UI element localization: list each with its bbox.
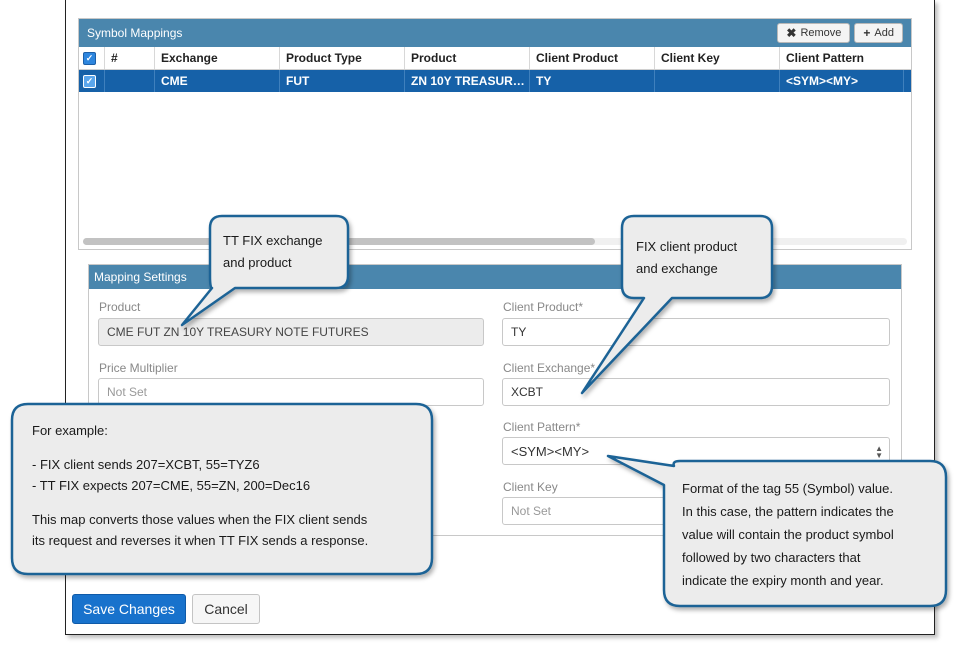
callout-line: Format of the tag 55 (Symbol) value. <box>682 481 893 496</box>
remove-label: Remove <box>800 27 842 39</box>
mapping-settings-header: Mapping Settings <box>89 265 901 289</box>
save-changes-button[interactable]: Save Changes <box>72 594 186 624</box>
row-select-cell[interactable]: ✓ <box>79 70 105 92</box>
close-icon: ✖ <box>786 26 797 40</box>
panel-title: Symbol Mappings <box>87 26 183 40</box>
cell-client-pattern: <SYM><MY> <box>780 70 904 92</box>
symbol-mappings-panel: Symbol Mappings ✖ Remove + Add ✓ # Exchang… <box>78 18 912 250</box>
cell-product-type: FUT <box>280 70 405 92</box>
column-header-client-pattern[interactable]: Client Pattern <box>780 47 904 69</box>
callout-line: In this case, the pattern indicates the <box>682 504 894 519</box>
callout-line: - TT FIX expects 207=CME, 55=ZN, 200=Dec… <box>32 478 311 493</box>
horizontal-scrollbar[interactable] <box>83 238 907 245</box>
column-header-client-key[interactable]: Client Key <box>655 47 780 69</box>
product-label: Product <box>99 300 141 314</box>
price-multiplier-input[interactable]: Not Set <box>98 378 484 406</box>
cell-exchange: CME <box>155 70 280 92</box>
client-exchange-label: Client Exchange* <box>503 361 596 375</box>
select-arrows-icon: ▲ ▼ <box>875 444 883 460</box>
callout-line: - FIX client sends 207=XCBT, 55=TYZ6 <box>32 457 260 472</box>
callout-line: value will contain the product symbol <box>682 527 894 542</box>
column-header-product[interactable]: Product <box>405 47 530 69</box>
callout-line: FIX client product <box>636 239 738 254</box>
cell-client-key <box>655 70 780 92</box>
row-checkbox[interactable]: ✓ <box>83 74 96 88</box>
callout-heading: For example: <box>32 423 108 438</box>
select-all-cell[interactable]: ✓ <box>79 47 105 69</box>
select-all-checkbox[interactable]: ✓ <box>83 51 96 65</box>
callout-fix-client-text: FIX client product and exchange <box>636 236 737 280</box>
callout-line: TT FIX exchange <box>223 233 323 248</box>
client-product-label: Client Product* <box>503 300 584 314</box>
callout-line: and exchange <box>636 261 718 276</box>
column-header-num[interactable]: # <box>105 47 155 69</box>
product-field: CME FUT ZN 10Y TREASURY NOTE FUTURES <box>98 318 484 346</box>
cell-product: ZN 10Y TREASUR… <box>405 70 530 92</box>
callout-line: and product <box>223 255 292 270</box>
cell-client-product: TY <box>530 70 655 92</box>
client-product-input[interactable]: TY <box>502 318 890 346</box>
callout-pattern-text: Format of the tag 55 (Symbol) value. In … <box>682 477 894 592</box>
column-header-client-product[interactable]: Client Product <box>530 47 655 69</box>
callout-line: indicate the expiry month and year. <box>682 573 884 588</box>
add-button[interactable]: + Add <box>854 23 903 43</box>
symbol-mappings-header: Symbol Mappings ✖ Remove + Add <box>79 19 911 47</box>
callout-example-text: For example: - FIX client sends 207=XCBT… <box>32 420 368 551</box>
remove-button[interactable]: ✖ Remove <box>777 23 851 43</box>
callout-tt-fix-text: TT FIX exchange and product <box>223 230 322 274</box>
scrollbar-thumb[interactable] <box>83 238 595 245</box>
grid-header-row: ✓ # Exchange Product Type Product Client… <box>79 47 911 70</box>
callout-line: This map converts those values when the … <box>32 512 368 527</box>
client-key-label: Client Key <box>503 480 558 494</box>
callout-line: followed by two characters that <box>682 550 861 565</box>
column-header-product-type[interactable]: Product Type <box>280 47 405 69</box>
callout-line: its request and reverses it when TT FIX … <box>32 533 369 548</box>
client-pattern-label: Client Pattern* <box>503 420 581 434</box>
plus-icon: + <box>863 26 871 40</box>
cell-num <box>105 70 155 92</box>
table-row[interactable]: ✓ CME FUT ZN 10Y TREASUR… TY <SYM><MY> <box>79 70 911 92</box>
client-pattern-value: <SYM><MY> <box>511 443 590 459</box>
price-multiplier-label: Price Multiplier <box>99 361 178 375</box>
add-label: Add <box>874 27 894 39</box>
client-exchange-input[interactable]: XCBT <box>502 378 890 406</box>
client-pattern-select[interactable]: <SYM><MY> ▲ ▼ <box>502 437 890 465</box>
column-header-exchange[interactable]: Exchange <box>155 47 280 69</box>
cancel-button[interactable]: Cancel <box>192 594 260 624</box>
